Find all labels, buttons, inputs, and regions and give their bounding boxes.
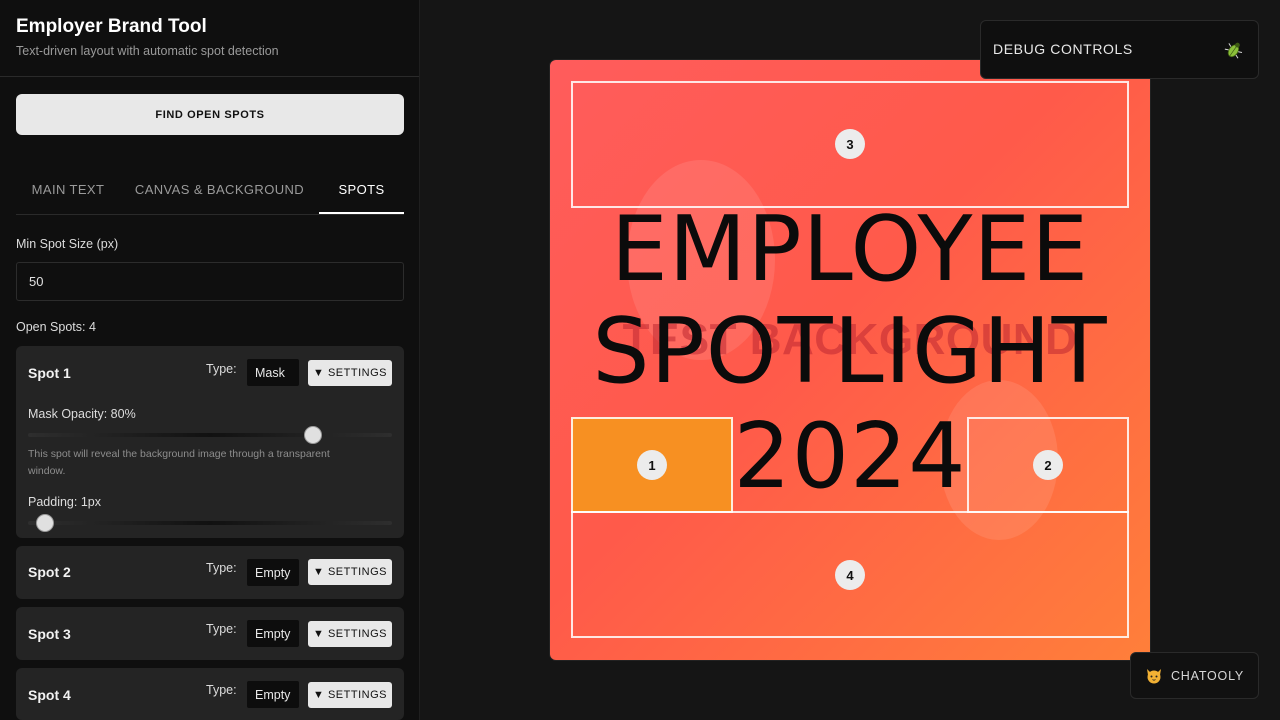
app-title: Employer Brand Tool [16,16,207,37]
debug-controls-title: DEBUG CONTROLS [993,41,1133,57]
padding-slider-thumb[interactable] [36,514,54,532]
min-spot-size-label: Min Spot Size (px) [16,237,119,251]
spot-type-select[interactable]: Empty [247,620,299,647]
tab-canvas-background[interactable]: CANVAS & BACKGROUND [120,166,319,213]
settings-button[interactable]: ▼ SETTINGS [308,682,392,708]
spot-card-3: Spot 3 Type: Empty ▼ SETTINGS [16,607,404,660]
spot-card-2: Spot 2 Type: Empty ▼ SETTINGS [16,546,404,599]
type-label: Type: [206,561,237,575]
spot-title: Spot 2 [28,564,71,580]
settings-button[interactable]: ▼ SETTINGS [308,559,392,585]
headline-line-1: EMPLOYEE [610,197,1090,302]
type-label: Type: [206,622,237,636]
spot-title: Spot 1 [28,365,71,381]
spot-type-select[interactable]: Empty [247,681,299,708]
spot-badge-1: 1 [637,450,667,480]
padding-track[interactable] [28,521,392,525]
bug-icon[interactable] [1223,39,1245,61]
app-subtitle: Text-driven layout with automatic spot d… [16,44,279,58]
sidebar: Employer Brand Tool Text-driven layout w… [0,0,420,720]
mask-help-text: This spot will reveal the background ima… [28,448,330,477]
tab-bar: MAIN TEXT CANVAS & BACKGROUND SPOTS [16,166,404,215]
chatooly-button[interactable]: CHATOOLY [1130,652,1259,699]
padding-label: Padding: 1px [28,495,101,509]
spot-badge-3: 3 [835,129,865,159]
debug-controls-panel[interactable]: DEBUG CONTROLS [980,20,1259,79]
type-label: Type: [206,683,237,697]
tab-spots[interactable]: SPOTS [319,166,404,214]
chatooly-label: CHATOOLY [1170,668,1245,683]
spot-title: Spot 4 [28,687,71,703]
design-canvas[interactable]: TEST BACKGROUND EMPLOYEE SPOTLIGHT 2024 … [550,60,1150,660]
spot-badge-2: 2 [1033,450,1063,480]
mask-opacity-slider-thumb[interactable] [304,426,322,444]
spot-card-4: Spot 4 Type: Empty ▼ SETTINGS [16,668,404,720]
cat-face-icon [1146,668,1161,683]
min-spot-size-input[interactable]: 50 [16,262,404,301]
mask-opacity-track[interactable] [28,433,392,437]
spot-badge-4: 4 [835,560,865,590]
mask-opacity-label: Mask Opacity: 80% [28,407,136,421]
find-open-spots-button[interactable]: FIND OPEN SPOTS [16,94,404,135]
headline-line-2: SPOTLIGHT [592,299,1108,404]
settings-button[interactable]: ▼ SETTINGS [308,621,392,647]
spot-type-select[interactable]: Mask [247,359,299,386]
spot-title: Spot 3 [28,626,71,642]
settings-button[interactable]: ▼ SETTINGS [308,360,392,386]
tab-main-text[interactable]: MAIN TEXT [16,166,120,213]
sidebar-header: Employer Brand Tool Text-driven layout w… [0,0,419,77]
spot-card-1: Spot 1 Type: Mask ▼ SETTINGS Mask Opacit… [16,346,404,538]
open-spots-count: Open Spots: 4 [16,320,96,334]
spot-type-select[interactable]: Empty [247,559,299,586]
type-label: Type: [206,362,237,376]
